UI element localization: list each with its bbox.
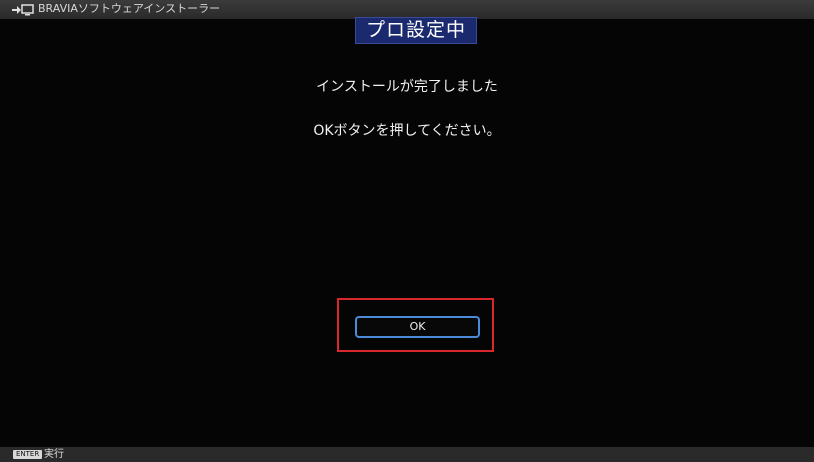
tv-screen: BRAVIAソフトウェアインストーラー プロ設定中 インストールが完了しました … xyxy=(0,0,814,462)
press-ok-instruction: OKボタンを押してください。 xyxy=(313,123,501,139)
install-complete-message: インストールが完了しました xyxy=(316,79,498,95)
ok-button[interactable]: OK xyxy=(355,316,480,338)
window-title: BRAVIAソフトウェアインストーラー xyxy=(38,2,221,15)
pro-mode-badge: プロ設定中 xyxy=(355,17,477,44)
enter-key-icon: ENTER xyxy=(13,450,43,459)
footer-bar: ENTER 実行 xyxy=(0,447,814,462)
execute-label: 実行 xyxy=(44,449,64,460)
input-connector-icon xyxy=(12,4,34,16)
